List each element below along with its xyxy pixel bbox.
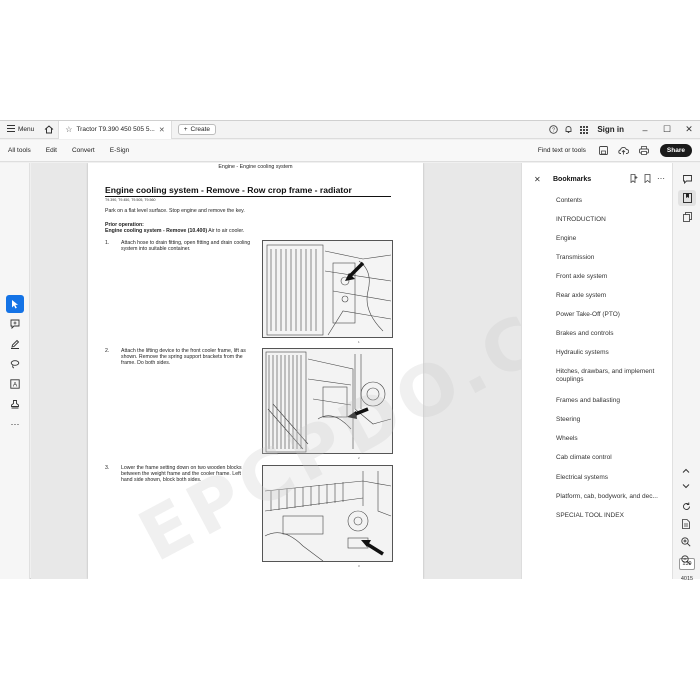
svg-text:A: A [13, 381, 18, 388]
more-tools-icon[interactable]: ⋯ [6, 415, 24, 433]
share-button[interactable]: Share [659, 144, 692, 157]
step-number: 1. [105, 240, 110, 246]
plus-icon: + [183, 126, 188, 133]
close-tab-icon[interactable]: ✕ [159, 126, 165, 134]
all-tools-menu[interactable]: All tools [0, 147, 38, 154]
bookmark-item[interactable]: Cab climate control [556, 454, 668, 462]
chevron-up-icon[interactable] [677, 462, 695, 478]
zoom-out-icon[interactable] [677, 552, 695, 568]
step-number: 3. [105, 465, 110, 471]
add-comment-icon[interactable] [6, 315, 24, 333]
text-box-icon[interactable]: A [6, 375, 24, 393]
star-icon[interactable]: ☆ [65, 125, 72, 134]
bookmark-actions: ⋯ [630, 174, 665, 185]
model-list: T9.390, T9.450, T9.505, T9.560 [105, 198, 156, 202]
edit-menu[interactable]: Edit [38, 147, 64, 154]
document-tab[interactable]: ☆ Tractor T9.390 450 505 5... ✕ [58, 120, 172, 139]
bookmark-item[interactable]: Frames and ballasting [556, 397, 668, 405]
bookmarks-panel: ✕ Bookmarks ⋯ Contents INTRODUCTION Engi… [521, 163, 672, 579]
bookmarks-panel-icon[interactable] [678, 190, 696, 206]
menu-label: Menu [18, 126, 35, 133]
help-icon[interactable]: ? [546, 121, 561, 139]
rotate-icon[interactable] [677, 498, 695, 514]
title-bar: Menu ☆ Tractor T9.390 450 505 5... ✕ + C… [0, 120, 700, 139]
find-text-input[interactable]: Find text or tools [538, 147, 586, 154]
bookmarks-header: ✕ Bookmarks ⋯ [522, 171, 673, 187]
page-fit-icon[interactable] [677, 516, 695, 532]
step-text: Attach hose to drain fitting, open fitti… [121, 240, 251, 253]
create-label: Create [190, 126, 211, 133]
bookmark-item[interactable]: Brakes and controls [556, 330, 668, 338]
document-viewer[interactable]: Engine - Engine cooling system Engine co… [31, 163, 521, 579]
bookmark-item[interactable]: Electrical systems [556, 474, 668, 482]
print-icon[interactable] [634, 140, 654, 162]
main-toolbar: All tools Edit Convert E-Sign Find text … [0, 140, 700, 162]
tab-title: Tractor T9.390 450 505 5... [76, 126, 155, 133]
esign-menu[interactable]: E-Sign [102, 147, 137, 154]
prior-operation-link: Engine cooling system - Remove (10.400) [105, 228, 208, 234]
bookmark-icon[interactable] [644, 173, 651, 185]
bookmark-item[interactable]: Power Take-Off (PTO) [556, 311, 668, 319]
maximize-button[interactable]: ☐ [656, 121, 678, 139]
close-window-button[interactable]: ✕ [678, 121, 700, 139]
cloud-upload-icon[interactable] [614, 140, 634, 162]
svg-text:?: ? [552, 128, 555, 134]
notifications-icon[interactable] [561, 121, 576, 139]
step-text: Attach the lifting device to the front c… [121, 348, 246, 367]
prior-operation-rest: Air to air cooler. [207, 228, 245, 234]
zoom-in-icon[interactable] [677, 534, 695, 550]
more-options-icon[interactable]: ⋯ [657, 174, 665, 185]
bookmark-item[interactable]: INTRODUCTION [556, 216, 668, 224]
bookmark-item[interactable]: Front axle system [556, 273, 668, 281]
apps-grid-icon[interactable] [576, 121, 591, 139]
menu-button[interactable]: Menu [0, 121, 40, 139]
bookmark-item[interactable]: SPECIAL TOOL INDEX [556, 512, 668, 520]
home-button[interactable] [40, 121, 58, 139]
close-panel-icon[interactable]: ✕ [534, 175, 548, 184]
bookmark-item[interactable]: Platform, cab, bodywork, and dec... [556, 493, 668, 501]
section-title: Engine cooling system - Remove - Row cro… [105, 185, 352, 195]
page-thumbnails-icon[interactable] [678, 209, 696, 225]
bookmark-item[interactable]: Engine [556, 235, 668, 243]
select-cursor-icon[interactable] [6, 295, 24, 313]
figure-number: 3 [358, 564, 360, 568]
bookmark-item[interactable]: Transmission [556, 254, 668, 262]
stamp-icon[interactable] [6, 395, 24, 413]
save-icon[interactable] [594, 140, 614, 162]
add-bookmark-icon[interactable] [630, 173, 638, 185]
title-divider [105, 196, 391, 197]
sign-in-button[interactable]: Sign in [597, 125, 624, 134]
acrobat-window: Menu ☆ Tractor T9.390 450 505 5... ✕ + C… [0, 120, 700, 582]
bookmark-item[interactable]: Hitches, drawbars, and implement couplin… [556, 368, 668, 384]
bookmark-item[interactable]: Wheels [556, 435, 668, 443]
lasso-draw-icon[interactable] [6, 355, 24, 373]
bookmark-item[interactable]: Rear axle system [556, 292, 668, 300]
comments-panel-icon[interactable] [678, 171, 696, 187]
bookmark-item[interactable]: Hydraulic systems [556, 349, 668, 357]
bookmark-item[interactable]: Contents [556, 197, 668, 205]
figure-number: 1 [358, 340, 360, 344]
figure-number: 2 [358, 456, 360, 460]
left-tools-rail: A ⋯ [0, 163, 30, 579]
step-number: 2. [105, 348, 110, 354]
draw-pencil-icon[interactable] [6, 335, 24, 353]
bookmarks-title: Bookmarks [553, 175, 592, 183]
convert-menu[interactable]: Convert [64, 147, 102, 154]
running-head: Engine - Engine cooling system [218, 164, 293, 170]
chevron-down-icon[interactable] [677, 478, 695, 494]
prior-operation-text: Engine cooling system - Remove (10.400) … [105, 228, 244, 234]
titlebar-right: ? Sign in – ☐ ✕ [546, 121, 700, 139]
create-button[interactable]: + Create [177, 124, 217, 135]
minimize-button[interactable]: – [634, 121, 656, 139]
pdf-page: Engine - Engine cooling system Engine co… [88, 163, 423, 579]
figure-drain-fitting [262, 240, 393, 338]
hamburger-icon [7, 125, 15, 134]
figure-lifting-device [262, 348, 393, 454]
figure-wooden-blocks [262, 465, 393, 562]
park-instruction: Park on a flat level surface. Stop engin… [105, 208, 245, 214]
bookmark-item[interactable]: Steering [556, 416, 668, 424]
total-pages: 4015 [680, 576, 694, 582]
step-text: Lower the frame setting down on two wood… [121, 465, 242, 484]
home-icon [44, 125, 54, 134]
